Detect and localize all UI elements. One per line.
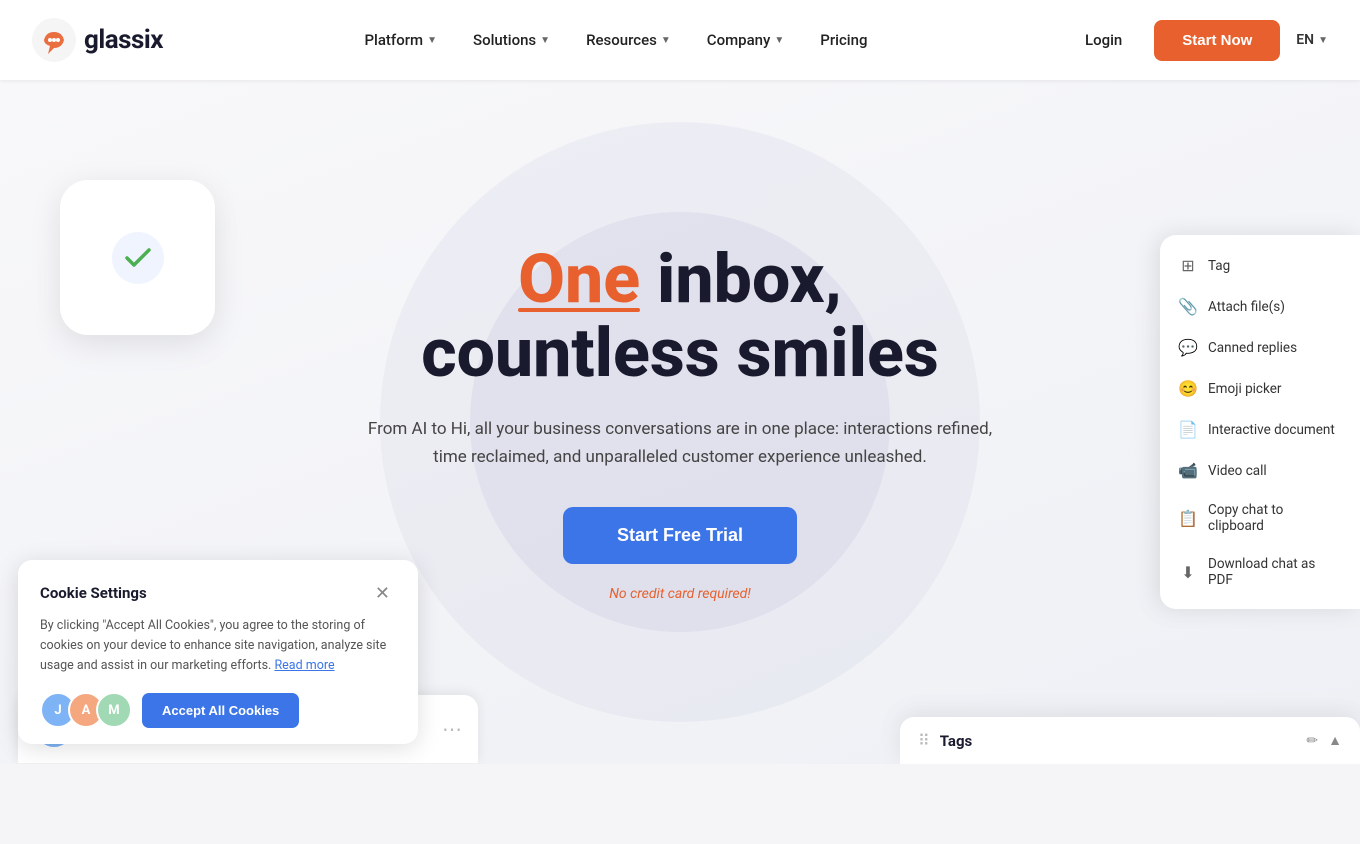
collapse-icon[interactable]: ▲ <box>1328 732 1342 749</box>
hero-title-inbox: inbox, <box>640 239 842 319</box>
more-options-button[interactable]: ⋯ <box>442 717 462 741</box>
start-free-trial-button[interactable]: Start Free Trial <box>563 507 797 564</box>
logo-icon <box>32 18 76 62</box>
cookie-header: Cookie Settings ✕ <box>40 582 396 604</box>
chevron-down-icon: ▼ <box>774 35 784 46</box>
chevron-down-icon: ▼ <box>427 35 437 46</box>
checkmark-icon <box>112 232 164 284</box>
chevron-down-icon: ▼ <box>540 35 550 46</box>
panel-item-copy-chat[interactable]: 📋 Copy chat to clipboard <box>1160 491 1360 545</box>
hero-section: One inbox, countless smiles From AI to H… <box>0 80 1360 764</box>
hero-content: One inbox, countless smiles From AI to H… <box>340 242 1020 603</box>
login-button[interactable]: Login <box>1069 23 1138 57</box>
nav-links: Platform ▼ Solutions ▼ Resources ▼ Compa… <box>350 23 881 57</box>
panel-item-canned-replies[interactable]: 💬 Canned replies <box>1160 327 1360 368</box>
hero-title: One inbox, countless smiles <box>360 242 1000 392</box>
right-toolbar-panel: ⊞ Tag 📎 Attach file(s) 💬 Canned replies … <box>1160 235 1360 609</box>
hero-title-one: One <box>518 242 640 317</box>
tags-label: Tags <box>940 732 1297 750</box>
tags-panel: ⠿ Tags ✏ ▲ <box>900 717 1360 764</box>
avatar-group: J A M <box>40 692 132 728</box>
cookie-avatar-group: J A M Accept All Cookies <box>40 692 396 728</box>
paperclip-icon: 📎 <box>1178 297 1198 316</box>
nav-resources[interactable]: Resources ▼ <box>572 23 685 57</box>
panel-item-download-pdf[interactable]: ⬇ Download chat as PDF <box>1160 545 1360 599</box>
cookie-banner: Cookie Settings ✕ By clicking "Accept Al… <box>18 560 418 744</box>
drag-handle-icon: ⠿ <box>918 731 930 750</box>
accept-cookies-button[interactable]: Accept All Cookies <box>142 693 299 728</box>
navbar: glassix Platform ▼ Solutions ▼ Resources… <box>0 0 1360 80</box>
hero-title-smiles: countless smiles <box>421 313 939 393</box>
chevron-down-icon: ▼ <box>661 35 671 46</box>
edit-icon[interactable]: ✏ <box>1306 733 1318 749</box>
no-credit-label: No credit card required! <box>360 586 1000 602</box>
nav-pricing[interactable]: Pricing <box>806 23 881 57</box>
language-selector[interactable]: EN ▼ <box>1296 32 1328 48</box>
cookie-title: Cookie Settings <box>40 584 147 602</box>
hashtag-icon: ⊞ <box>1178 256 1198 275</box>
hero-subtitle: From AI to Hi, all your business convers… <box>360 415 1000 471</box>
navbar-right: Login Start Now EN ▼ <box>1069 20 1328 61</box>
panel-item-attach[interactable]: 📎 Attach file(s) <box>1160 286 1360 327</box>
canned-replies-icon: 💬 <box>1178 338 1198 357</box>
panel-item-emoji[interactable]: 😊 Emoji picker <box>1160 368 1360 409</box>
cookie-body: By clicking "Accept All Cookies", you ag… <box>40 616 396 676</box>
panel-item-interactive-doc[interactable]: 📄 Interactive document <box>1160 409 1360 450</box>
clipboard-icon: 📋 <box>1178 509 1198 528</box>
nav-platform[interactable]: Platform ▼ <box>350 23 451 57</box>
nav-solutions[interactable]: Solutions ▼ <box>459 23 564 57</box>
cookie-read-more-link[interactable]: Read more <box>274 658 334 673</box>
logo-text: glassix <box>84 25 163 55</box>
panel-item-video-call[interactable]: 📹 Video call <box>1160 450 1360 491</box>
cookie-close-button[interactable]: ✕ <box>369 582 396 604</box>
video-icon: 📹 <box>1178 461 1198 480</box>
download-icon: ⬇ <box>1178 563 1198 582</box>
emoji-icon: 😊 <box>1178 379 1198 398</box>
panel-item-tag[interactable]: ⊞ Tag <box>1160 245 1360 286</box>
logo[interactable]: glassix <box>32 18 163 62</box>
document-icon: 📄 <box>1178 420 1198 439</box>
chevron-down-icon: ▼ <box>1318 35 1328 46</box>
start-now-button[interactable]: Start Now <box>1154 20 1280 61</box>
left-checkmark-card <box>60 180 215 335</box>
nav-company[interactable]: Company ▼ <box>693 23 799 57</box>
cta-area: Start Free Trial No credit card required… <box>360 507 1000 602</box>
avatar: M <box>96 692 132 728</box>
